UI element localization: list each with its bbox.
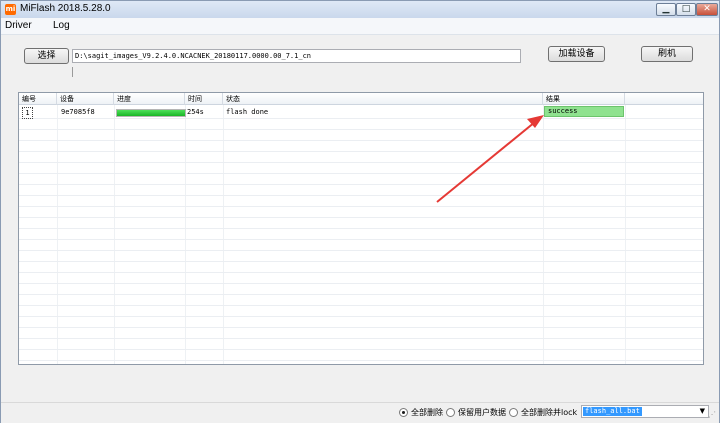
radio-clean-all-and-lock-label[interactable]: 全部删除并lock [521,407,577,418]
column-divider [57,105,58,364]
select-button[interactable]: 选择 [24,48,69,64]
column-divider [114,105,115,364]
table-row-line [19,206,703,207]
table-row-line [19,118,703,119]
resize-grip-icon[interactable]: ⋰ [708,410,716,419]
col-header-status[interactable]: 状态 [223,93,543,105]
mi-icon: mi [5,4,16,15]
row-number[interactable]: 1 [22,107,33,119]
window-title: MiFlash 2018.5.28.0 [20,3,111,14]
col-header-device[interactable]: 设备 [57,93,114,105]
menu-log[interactable]: Log [53,20,70,31]
miflash-window: mi MiFlash 2018.5.28.0 ▁ □ ✕ Driver Log … [0,0,720,423]
menu-bar: Driver Log [1,18,719,35]
chevron-down-icon[interactable]: ▼ [700,406,705,417]
menu-driver[interactable]: Driver [5,20,32,31]
table-row-line [19,327,703,328]
close-button[interactable]: ✕ [696,3,718,16]
text-cursor [72,67,73,77]
progress-bar-fill [117,110,185,116]
table-row-line [19,283,703,284]
table-row-line [19,250,703,251]
radio-save-user-data[interactable] [446,408,455,417]
table-row-line [19,272,703,273]
progress-bar [116,109,186,117]
device-id-cell[interactable]: 9e7085f8 [61,107,95,117]
table-row-line [19,360,703,361]
radio-clean-all[interactable] [399,408,408,417]
col-header-filler [625,93,703,105]
radio-clean-all-and-lock[interactable] [509,408,518,417]
table-row-line [19,140,703,141]
table-row-line [19,151,703,152]
table-row-line [19,195,703,196]
radio-clean-all-label[interactable]: 全部删除 [411,407,443,418]
table-row-line [19,184,703,185]
device-table: 编号 设备 进度 时间 状态 结果 1 9e7085f8 254s flash … [18,92,704,365]
maximize-button[interactable]: □ [676,3,696,16]
table-row-line [19,349,703,350]
flash-script-select[interactable]: flash_all.bat ▼ [581,405,709,418]
column-divider [223,105,224,364]
column-divider [543,105,544,364]
load-devices-button[interactable]: 加载设备 [548,46,605,62]
status-cell[interactable]: flash done [226,107,268,117]
table-row-line [19,305,703,306]
rom-path-field[interactable]: D:\sagit_images_V9.2.4.0.NCACNEK_2018011… [72,49,521,63]
table-row-line [19,338,703,339]
table-row-line [19,129,703,130]
table-row-line [19,316,703,317]
table-row-line [19,294,703,295]
column-divider [625,105,626,364]
table-row-line [19,217,703,218]
table-row-line [19,261,703,262]
result-cell[interactable]: success [544,106,624,117]
time-cell[interactable]: 254s [187,107,204,117]
table-row-line [19,173,703,174]
flash-script-value[interactable]: flash_all.bat [583,407,642,416]
column-divider [185,105,186,364]
radio-save-user-data-label[interactable]: 保留用户数据 [458,407,506,418]
col-header-number[interactable]: 编号 [19,93,57,105]
col-header-time[interactable]: 时间 [185,93,223,105]
title-bar: mi MiFlash 2018.5.28.0 ▁ □ ✕ [1,1,719,19]
minimize-button[interactable]: ▁ [656,3,676,16]
flash-button[interactable]: 刷机 [641,46,693,62]
col-header-progress[interactable]: 进度 [114,93,185,105]
table-row-line [19,162,703,163]
table-row-line [19,228,703,229]
table-row-line [19,239,703,240]
col-header-result[interactable]: 结果 [543,93,625,105]
